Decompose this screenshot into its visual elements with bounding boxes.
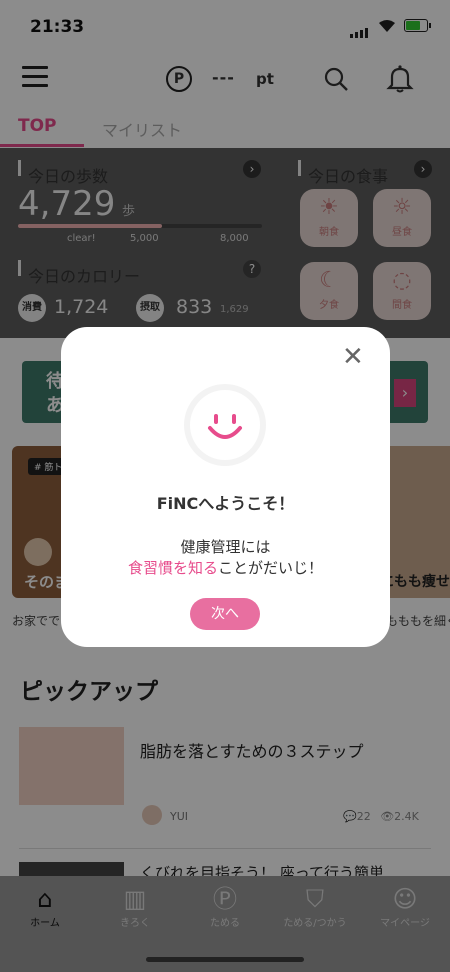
- smile-icon: [190, 390, 260, 460]
- home-indicator: [146, 957, 304, 962]
- close-icon[interactable]: ✕: [342, 344, 364, 370]
- highlight-text: 食習慣を知る: [127, 559, 218, 577]
- next-button[interactable]: 次へ: [190, 598, 260, 630]
- welcome-message-line1: 健康管理には: [180, 538, 271, 556]
- welcome-title: FiNCへようこそ！: [156, 494, 295, 513]
- welcome-message-line2: 食習慣を知ることがだいじ！: [127, 559, 324, 577]
